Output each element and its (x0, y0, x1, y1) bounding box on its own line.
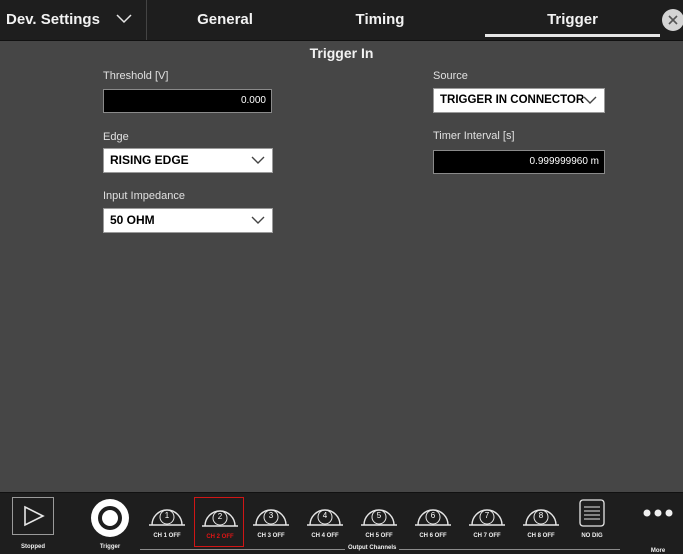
source-select[interactable]: TRIGGER IN CONNECTOR (433, 88, 605, 113)
trigger-ring-icon (91, 499, 129, 537)
channel-label: CH 6 OFF (419, 533, 447, 539)
input-impedance-select-value: 50 OHM (110, 213, 155, 227)
channel-label: CH 1 OFF (153, 533, 181, 539)
tab-trigger-label: Trigger (547, 11, 598, 28)
top-tab-bar: Dev. Settings General Timing Trigger (0, 0, 683, 41)
channel-4-button[interactable]: 4 CH 4 OFF (300, 497, 350, 547)
trigger-label: Trigger (99, 544, 121, 550)
edge-select[interactable]: RISING EDGE (103, 148, 273, 173)
no-dig-label: NO DIG (581, 533, 603, 539)
channel-number: 6 (430, 511, 436, 520)
channel-2-button[interactable]: 2 CH 2 OFF (194, 497, 244, 547)
channel-label: CH 3 OFF (257, 533, 285, 539)
stopped-label: Stopped (21, 544, 45, 550)
tab-timing-label: Timing (355, 11, 405, 28)
channel-number: 1 (164, 511, 170, 520)
chevron-down-icon (251, 216, 265, 224)
threshold-label: Threshold [V] (103, 70, 169, 82)
channel-number: 7 (484, 511, 490, 520)
play-icon (24, 505, 45, 527)
input-impedance-select[interactable]: 50 OHM (103, 208, 273, 233)
channel-number: 4 (322, 511, 328, 520)
threshold-field[interactable]: 0.000 (103, 89, 272, 113)
more-button[interactable]: More (638, 497, 678, 554)
source-select-value: TRIGGER IN CONNECTOR (440, 94, 585, 106)
tab-dev-settings[interactable]: Dev. Settings (6, 0, 147, 40)
chevron-down-icon (116, 14, 132, 24)
source-label: Source (433, 70, 468, 82)
digital-module-button[interactable]: NO DIG (572, 497, 612, 547)
input-impedance-label: Input Impedance (103, 190, 185, 202)
bottom-toolbar: Stopped Trigger 1 CH 1 OFF 2 CH 2 OFF 3 … (0, 492, 683, 554)
timer-interval-field[interactable]: 0.999999960 m (433, 150, 605, 174)
channel-number: 3 (268, 511, 274, 520)
channel-label: CH 2 OFF (206, 534, 234, 540)
section-title: Trigger In (309, 45, 374, 61)
timer-interval-label: Timer Interval [s] (433, 130, 515, 142)
chevron-down-icon (583, 96, 597, 104)
chevron-down-icon (251, 156, 265, 164)
channel-1-button[interactable]: 1 CH 1 OFF (142, 497, 192, 547)
tab-general-label: General (197, 11, 253, 28)
tab-trigger[interactable]: Trigger (485, 0, 660, 40)
channel-number: 8 (538, 511, 544, 520)
channel-label: CH 7 OFF (473, 533, 501, 539)
digital-module-icon (579, 499, 605, 527)
output-channels-label: Output Channels (345, 545, 400, 551)
close-icon (668, 15, 678, 25)
channel-label: CH 5 OFF (365, 533, 393, 539)
more-dots-icon (643, 509, 673, 517)
channel-5-button[interactable]: 5 CH 5 OFF (354, 497, 404, 547)
channel-number: 5 (376, 511, 382, 520)
channel-7-button[interactable]: 7 CH 7 OFF (462, 497, 512, 547)
edge-label: Edge (103, 131, 129, 143)
more-label: More (650, 548, 666, 554)
channel-label: CH 8 OFF (527, 533, 555, 539)
channel-number: 2 (217, 512, 223, 521)
channel-3-button[interactable]: 3 CH 3 OFF (246, 497, 296, 547)
channel-label: CH 4 OFF (311, 533, 339, 539)
active-tab-indicator (485, 34, 660, 37)
tab-dev-settings-label: Dev. Settings (6, 11, 100, 28)
close-button[interactable] (662, 9, 683, 31)
run-stop-button[interactable] (12, 497, 54, 535)
edge-select-value: RISING EDGE (110, 153, 189, 167)
tab-timing[interactable]: Timing (315, 0, 445, 40)
channel-8-button[interactable]: 8 CH 8 OFF (516, 497, 566, 547)
tab-general[interactable]: General (160, 0, 290, 40)
trigger-button[interactable] (89, 497, 131, 539)
channel-6-button[interactable]: 6 CH 6 OFF (408, 497, 458, 547)
